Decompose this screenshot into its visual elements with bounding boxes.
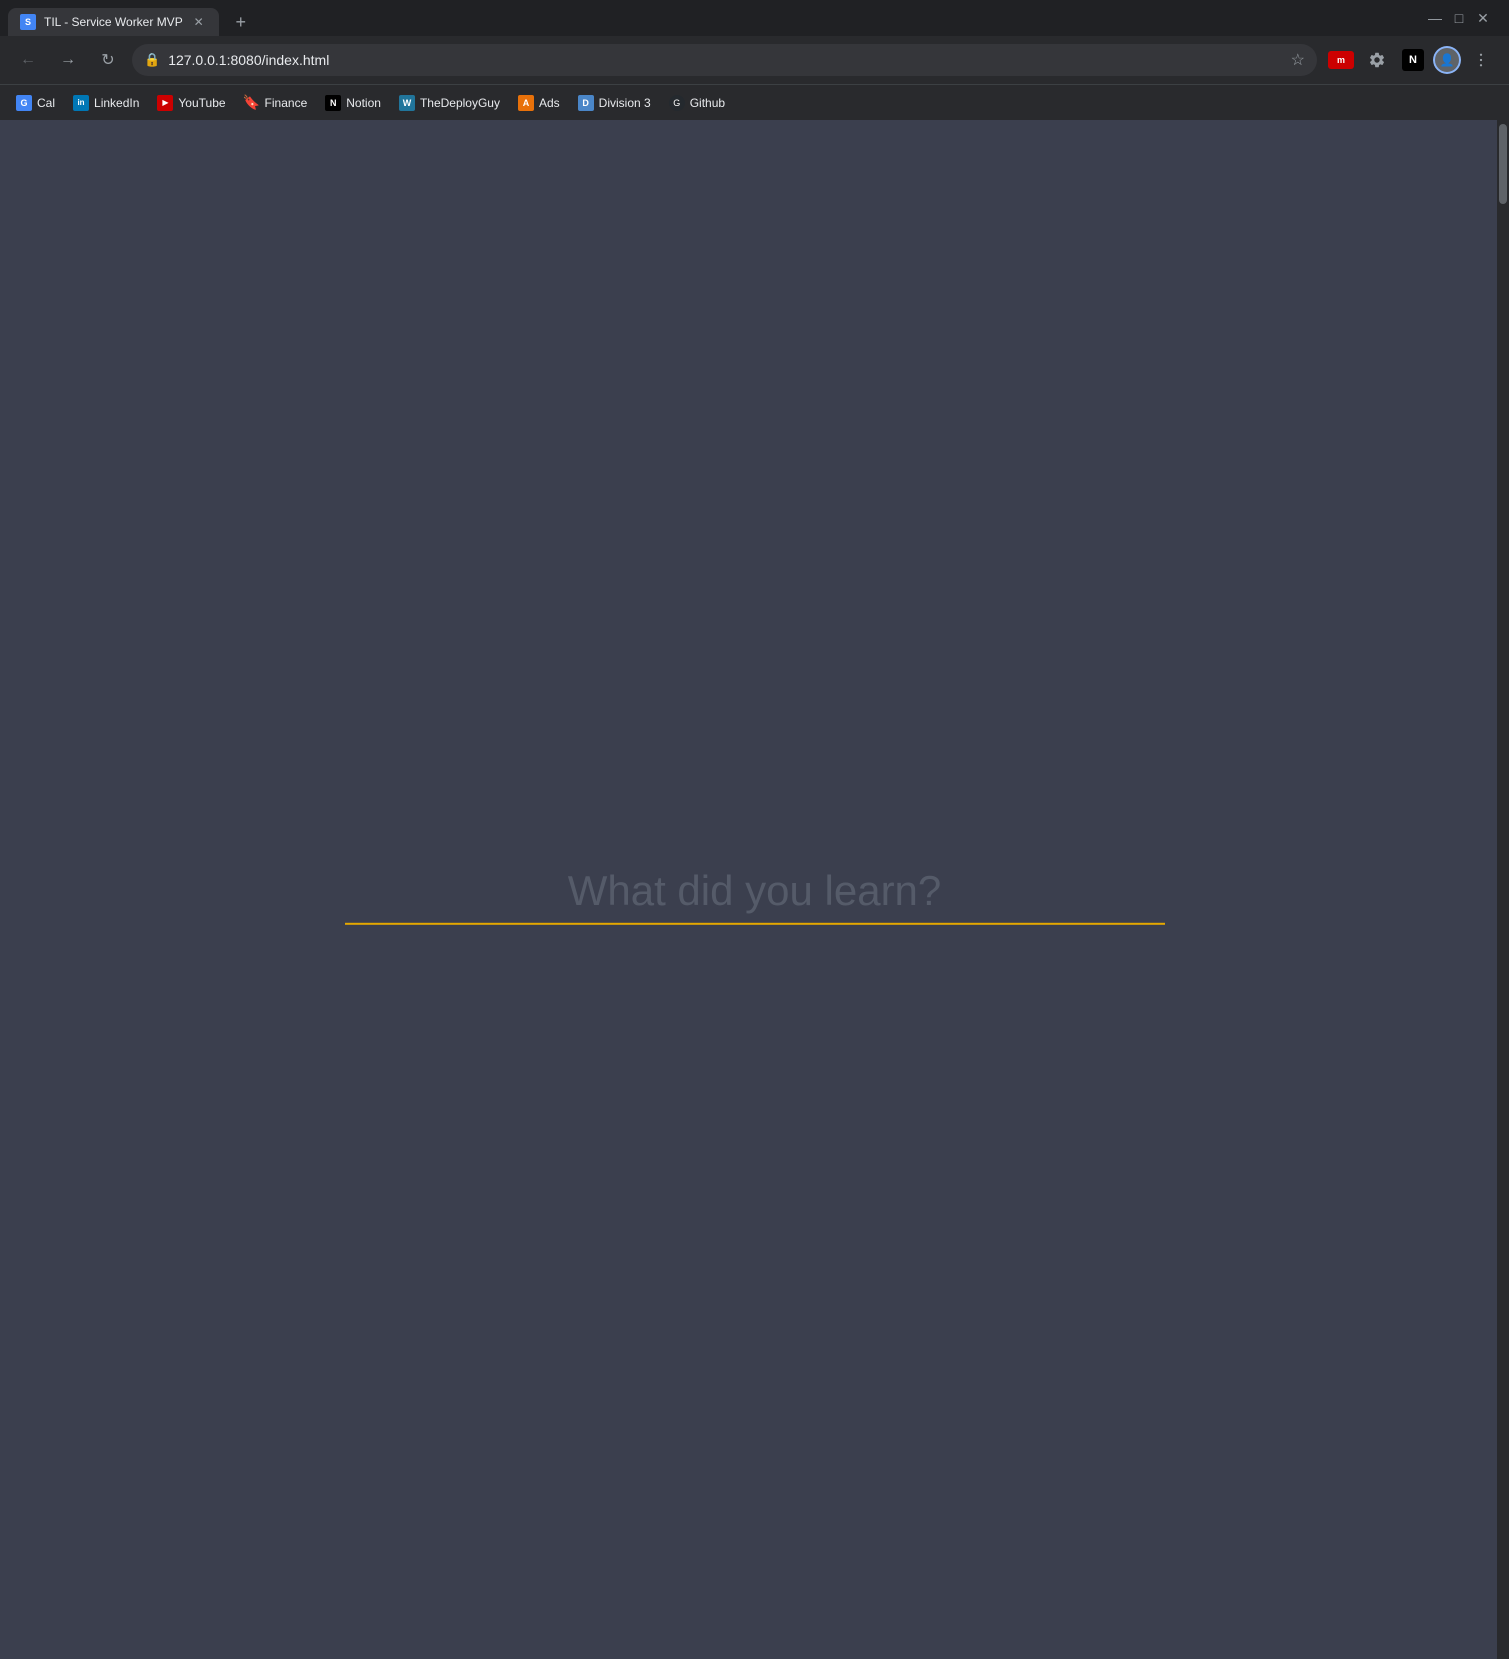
bookmark-github-label: Github bbox=[690, 96, 725, 110]
bookmark-star-icon[interactable]: ☆ bbox=[1291, 50, 1305, 70]
bookmark-division3-label: Division 3 bbox=[599, 96, 651, 110]
bookmark-finance-label: Finance bbox=[265, 96, 308, 110]
bookmark-division3[interactable]: D Division 3 bbox=[570, 90, 659, 116]
settings-button[interactable] bbox=[1361, 44, 1393, 76]
bookmark-thedeployguy-label: TheDeployGuy bbox=[420, 96, 500, 110]
main-input-area bbox=[345, 866, 1165, 924]
bookmark-thedeployguy[interactable]: W TheDeployGuy bbox=[391, 90, 508, 116]
bookmark-cal-label: Cal bbox=[37, 96, 55, 110]
tab-bar: S TIL - Service Worker MVP ✕ + bbox=[8, 0, 1417, 36]
maximize-button[interactable]: □ bbox=[1453, 12, 1465, 24]
navigation-bar: ← → ↻ 🔒 127.0.0.1:8080/index.html ☆ m bbox=[0, 36, 1509, 84]
bookmark-notion-label: Notion bbox=[346, 96, 381, 110]
url-text: 127.0.0.1:8080/index.html bbox=[168, 52, 1282, 68]
bookmark-ads[interactable]: A Ads bbox=[510, 90, 568, 116]
nav-action-buttons: m N 👤 bbox=[1325, 44, 1497, 76]
thedeployguy-favicon: W bbox=[399, 95, 415, 111]
security-lock-icon: 🔒 bbox=[144, 52, 160, 68]
linkedin-favicon: in bbox=[73, 95, 89, 111]
bookmarks-bar: G Cal in LinkedIn ▶ YouTube 🔖 Finance bbox=[0, 84, 1509, 120]
bookmark-notion[interactable]: N Notion bbox=[317, 90, 389, 116]
new-tab-button[interactable]: + bbox=[227, 8, 255, 36]
bookmark-ads-label: Ads bbox=[539, 96, 560, 110]
notion-extension-button[interactable]: N bbox=[1397, 44, 1429, 76]
youtube-favicon: ▶ bbox=[157, 95, 173, 111]
back-button[interactable]: ← bbox=[12, 44, 44, 76]
finance-favicon: 🔖 bbox=[244, 95, 260, 111]
profile-button[interactable]: 👤 bbox=[1433, 46, 1461, 74]
bookmark-linkedin[interactable]: in LinkedIn bbox=[65, 90, 147, 116]
bookmark-youtube-label: YouTube bbox=[178, 96, 225, 110]
forward-button[interactable]: → bbox=[52, 44, 84, 76]
page-content bbox=[0, 120, 1509, 1659]
reload-button[interactable]: ↻ bbox=[92, 44, 124, 76]
tab-close-button[interactable]: ✕ bbox=[191, 14, 207, 30]
minimize-button[interactable]: — bbox=[1429, 12, 1441, 24]
close-button[interactable]: ✕ bbox=[1477, 12, 1489, 24]
title-bar: S TIL - Service Worker MVP ✕ + — □ ✕ bbox=[0, 0, 1509, 36]
address-bar[interactable]: 🔒 127.0.0.1:8080/index.html ☆ bbox=[132, 44, 1317, 76]
bookmark-youtube[interactable]: ▶ YouTube bbox=[149, 90, 233, 116]
ads-favicon: A bbox=[518, 95, 534, 111]
scrollbar-thumb[interactable] bbox=[1499, 124, 1507, 204]
browser-chrome: S TIL - Service Worker MVP ✕ + — □ ✕ ← →… bbox=[0, 0, 1509, 120]
window-controls: — □ ✕ bbox=[1417, 12, 1501, 24]
tab-favicon: S bbox=[20, 14, 36, 30]
scrollbar[interactable] bbox=[1497, 120, 1509, 1659]
bookmark-cal[interactable]: G Cal bbox=[8, 90, 63, 116]
tab-title: TIL - Service Worker MVP bbox=[44, 15, 183, 29]
bookmark-finance[interactable]: 🔖 Finance bbox=[236, 90, 316, 116]
cal-favicon: G bbox=[16, 95, 32, 111]
input-underline bbox=[345, 922, 1165, 924]
bookmark-github[interactable]: G Github bbox=[661, 90, 733, 116]
menu-button[interactable] bbox=[1465, 44, 1497, 76]
notion-favicon: N bbox=[325, 95, 341, 111]
bookmark-linkedin-label: LinkedIn bbox=[94, 96, 139, 110]
division3-favicon: D bbox=[578, 95, 594, 111]
github-favicon: G bbox=[669, 95, 685, 111]
active-tab[interactable]: S TIL - Service Worker MVP ✕ bbox=[8, 8, 219, 36]
extension-red-button[interactable]: m bbox=[1325, 44, 1357, 76]
learn-input[interactable] bbox=[345, 866, 1165, 914]
